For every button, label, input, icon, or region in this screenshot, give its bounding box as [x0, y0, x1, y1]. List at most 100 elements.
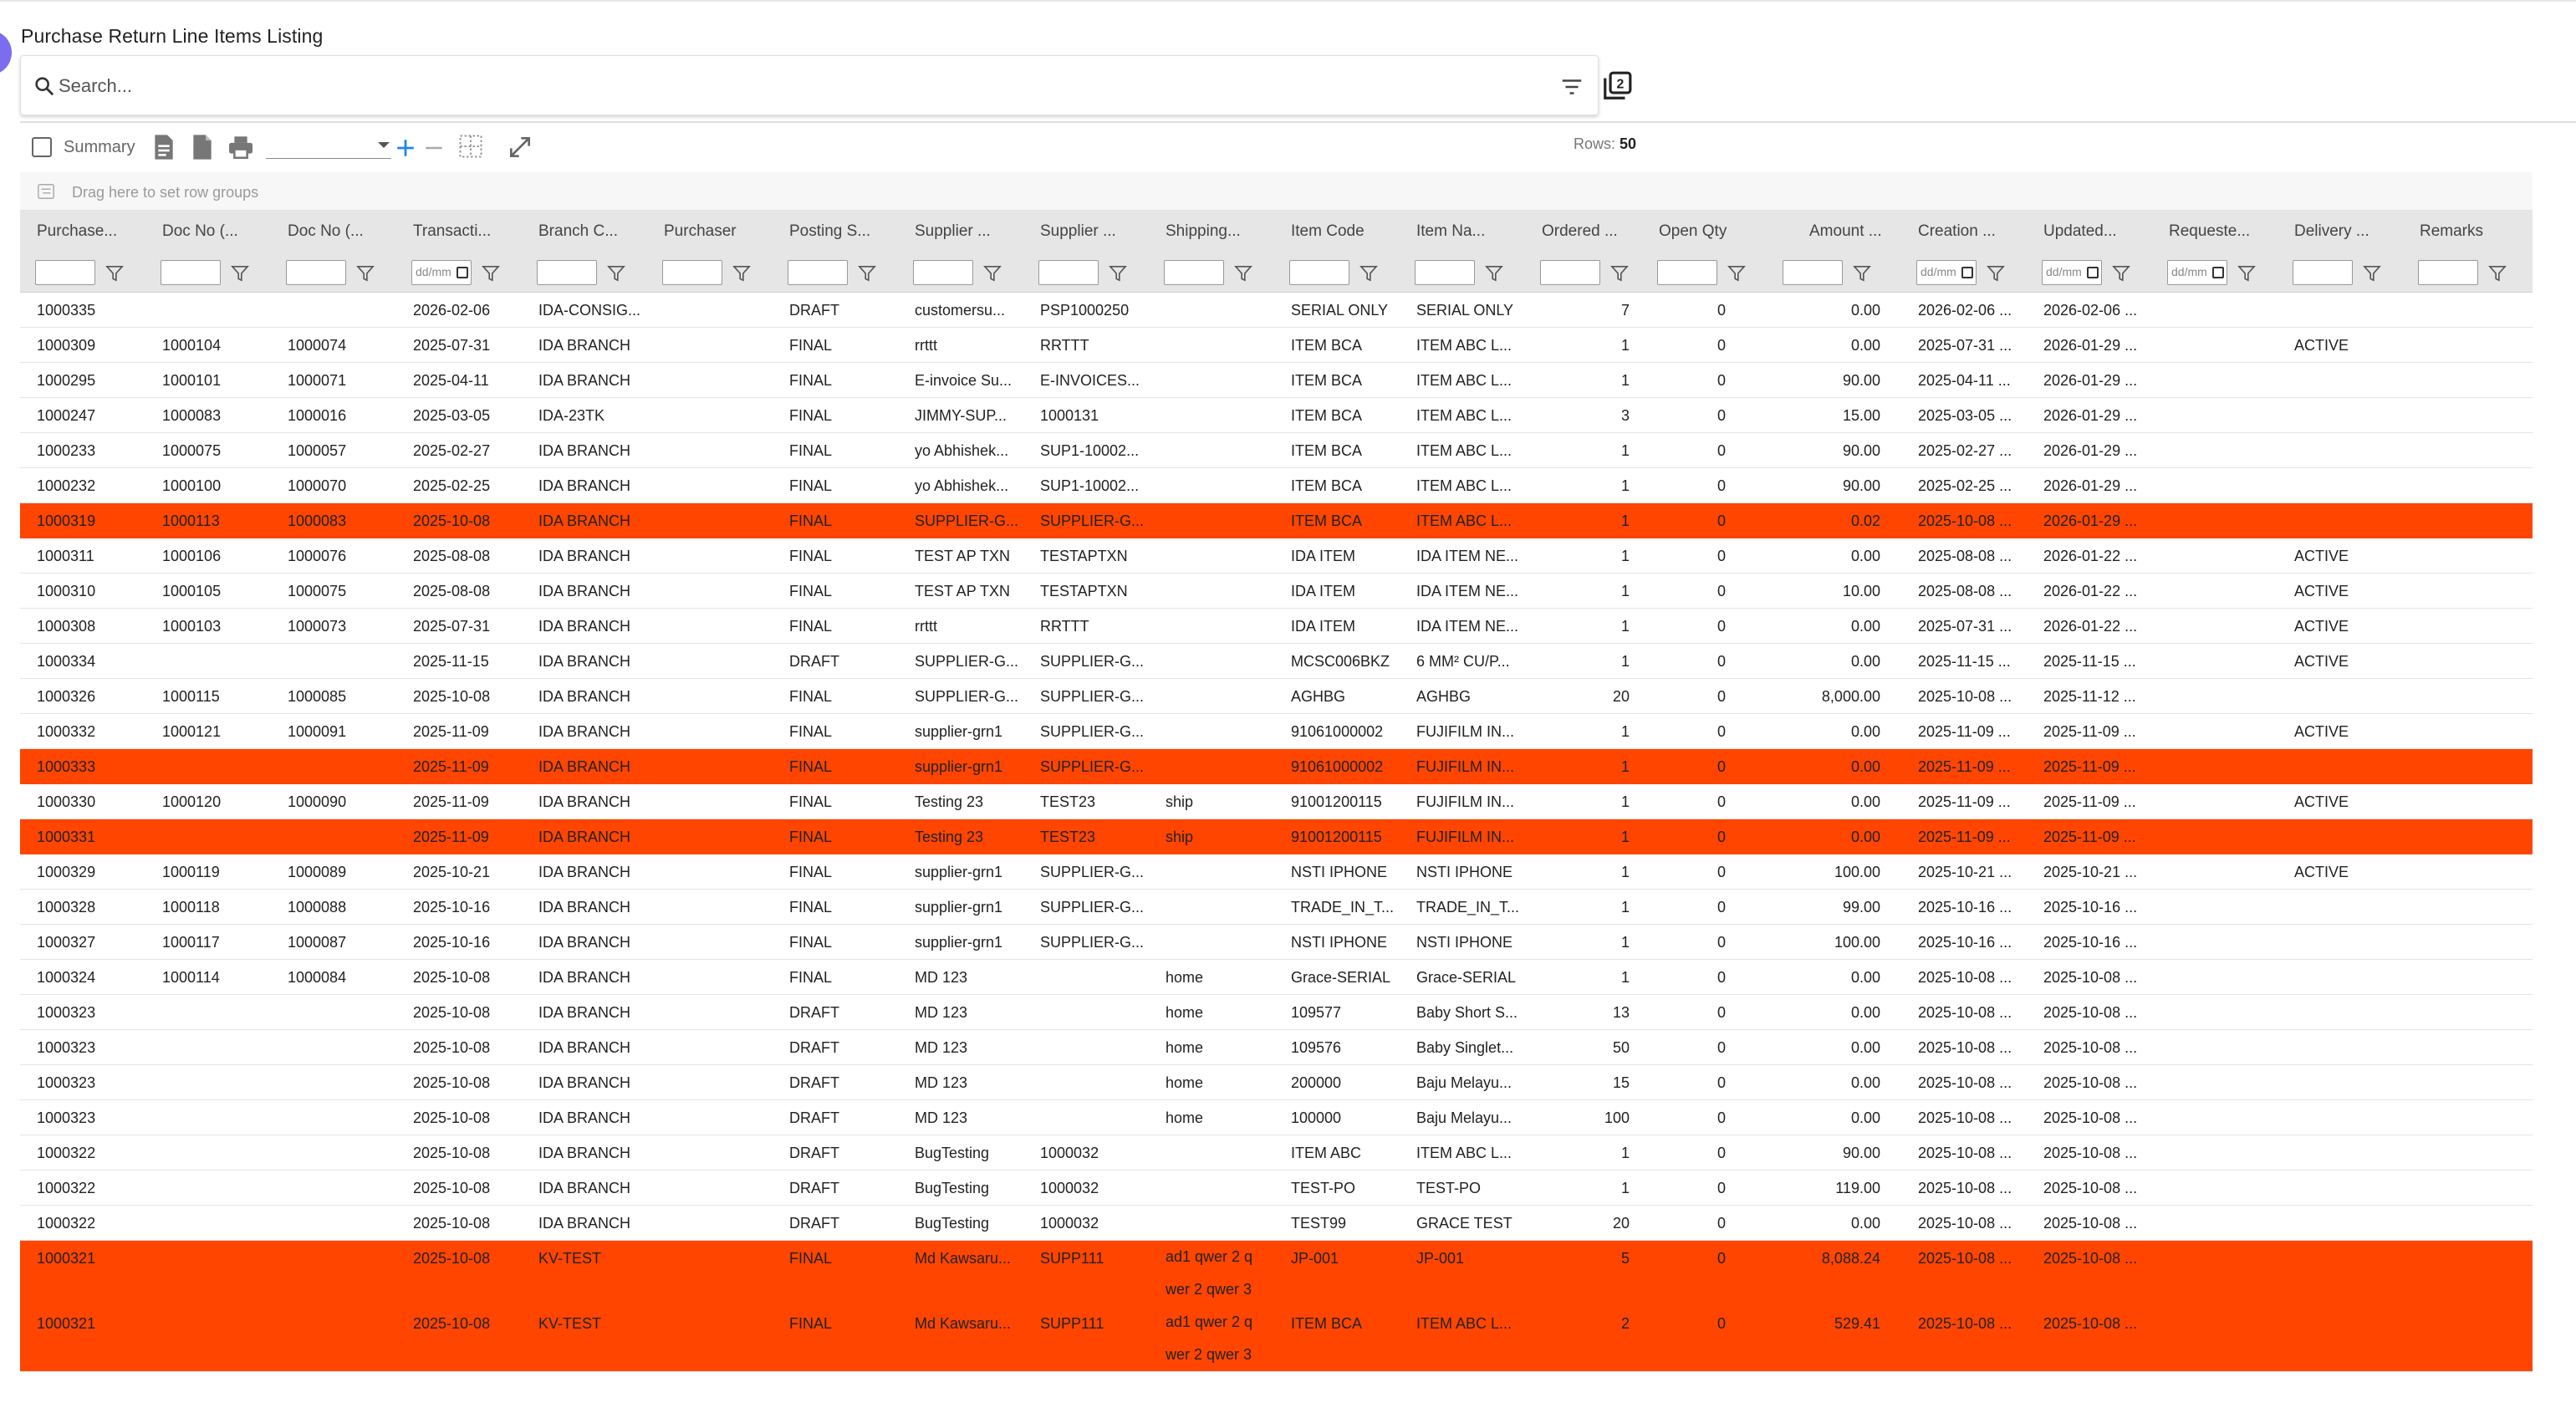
- text-filter-input[interactable]: [537, 260, 597, 285]
- table-row-highlighted[interactable]: 1000321 2025-10-08 KV-TEST FINAL Md Kawsaru.…: [20, 1306, 2533, 1371]
- filter-funnel-icon[interactable]: [356, 265, 375, 282]
- collapse-all-icon[interactable]: [423, 137, 445, 159]
- table-row[interactable]: 1000322 2025-10-08 IDA BRANCH DRAFT BugTesti…: [20, 1206, 2533, 1241]
- column-header[interactable]: Updated...: [2043, 222, 2160, 241]
- text-filter-input[interactable]: [1540, 260, 1600, 285]
- text-filter-input[interactable]: [913, 260, 973, 285]
- column-header[interactable]: Amount ...: [1809, 222, 1910, 241]
- column-header[interactable]: Delivery ...: [2294, 222, 2411, 241]
- table-row[interactable]: 1000310 1000105 1000075 2025-08-08 IDA BRANC…: [20, 574, 2533, 609]
- column-header[interactable]: Doc No (...: [162, 222, 279, 241]
- table-row[interactable]: 1000329 1000119 1000089 2025-10-21 IDA BRANC…: [20, 854, 2533, 890]
- filter-funnel-icon[interactable]: [2237, 265, 2256, 282]
- filter-funnel-icon[interactable]: [2363, 265, 2381, 282]
- text-filter-input[interactable]: [1657, 260, 1717, 285]
- table-row[interactable]: 1000322 2025-10-08 IDA BRANCH DRAFT BugTesti…: [20, 1135, 2533, 1171]
- column-header[interactable]: Purchase...: [37, 222, 154, 241]
- column-header[interactable]: Purchaser: [664, 222, 781, 241]
- table-row[interactable]: 1000323 2025-10-08 IDA BRANCH DRAFT MD 123 ho…: [20, 1100, 2533, 1135]
- column-header[interactable]: Posting S...: [789, 222, 906, 241]
- calendar-icon[interactable]: [1961, 267, 1973, 278]
- table-row[interactable]: 1000309 1000104 1000074 2025-07-31 IDA BRANC…: [20, 328, 2533, 363]
- text-filter-input[interactable]: [1164, 260, 1224, 285]
- calendar-icon[interactable]: [457, 267, 468, 278]
- filter-funnel-icon[interactable]: [1234, 265, 1252, 282]
- column-header[interactable]: Item Na...: [1416, 222, 1533, 241]
- text-filter-input[interactable]: [1289, 260, 1349, 285]
- column-header[interactable]: Item Code: [1291, 222, 1408, 241]
- filter-funnel-icon[interactable]: [1853, 265, 1871, 282]
- table-row[interactable]: 1000295 1000101 1000071 2025-04-11 IDA BRANC…: [20, 363, 2533, 398]
- expand-all-icon[interactable]: [395, 137, 416, 159]
- filter-funnel-icon[interactable]: [231, 265, 249, 282]
- column-header[interactable]: Open Qty: [1659, 222, 1759, 241]
- table-row[interactable]: 1000330 1000120 1000090 2025-11-09 IDA BRANC…: [20, 784, 2533, 819]
- text-filter-input[interactable]: [286, 260, 346, 285]
- text-filter-input[interactable]: [1783, 260, 1843, 285]
- filter-funnel-icon[interactable]: [1610, 265, 1629, 282]
- filter-funnel-icon[interactable]: [2112, 265, 2130, 282]
- table-row[interactable]: 1000323 2025-10-08 IDA BRANCH DRAFT MD 123 ho…: [20, 1030, 2533, 1065]
- filter-funnel-icon[interactable]: [1485, 265, 1503, 282]
- calendar-icon[interactable]: [2087, 267, 2099, 278]
- row-group-panel[interactable]: Drag here to set row groups: [20, 172, 2533, 211]
- table-row[interactable]: 1000332 1000121 1000091 2025-11-09 IDA BRANC…: [20, 714, 2533, 749]
- table-row[interactable]: 1000233 1000075 1000057 2025-02-27 IDA BRANC…: [20, 433, 2533, 468]
- date-filter-input[interactable]: dd/mm: [2042, 260, 2102, 285]
- filter-funnel-icon[interactable]: [482, 265, 500, 282]
- table-row[interactable]: 1000308 1000103 1000073 2025-07-31 IDA BRANC…: [20, 609, 2533, 644]
- text-filter-input[interactable]: [1038, 260, 1099, 285]
- filter-funnel-icon[interactable]: [983, 265, 1002, 282]
- filter-funnel-icon[interactable]: [1987, 265, 2005, 282]
- text-filter-input[interactable]: [2293, 260, 2353, 285]
- filter-funnel-icon[interactable]: [105, 265, 124, 282]
- date-filter-input[interactable]: dd/mm: [2167, 260, 2227, 285]
- table-row-highlighted[interactable]: 1000333 2025-11-09 IDA BRANCH FINAL supplier…: [20, 749, 2533, 784]
- table-row[interactable]: 1000311 1000106 1000076 2025-08-08 IDA BRANC…: [20, 538, 2533, 574]
- filter-lines-icon[interactable]: [1559, 74, 1584, 99]
- search-input[interactable]: [59, 69, 1522, 103]
- column-header[interactable]: Doc No (...: [288, 222, 405, 241]
- filter-funnel-icon[interactable]: [607, 265, 625, 282]
- column-header[interactable]: Requeste...: [2169, 222, 2286, 241]
- filter-funnel-icon[interactable]: [732, 265, 751, 282]
- filter-count-icon[interactable]: 2: [1601, 70, 1633, 102]
- filter-funnel-icon[interactable]: [2488, 265, 2507, 282]
- text-filter-input[interactable]: [161, 260, 221, 285]
- filter-funnel-icon[interactable]: [1727, 265, 1746, 282]
- column-header[interactable]: Transacti...: [413, 222, 530, 241]
- column-header[interactable]: Supplier ...: [915, 222, 1032, 241]
- table-row[interactable]: 1000328 1000118 1000088 2025-10-16 IDA BRANC…: [20, 890, 2533, 925]
- table-row[interactable]: 1000247 1000083 1000016 2025-03-05 IDA-23TK F…: [20, 398, 2533, 433]
- search-bar[interactable]: [20, 55, 1599, 115]
- table-row-highlighted[interactable]: 1000321 2025-10-08 KV-TEST FINAL Md Kawsaru.…: [20, 1241, 2533, 1306]
- date-filter-input[interactable]: dd/mm: [1916, 260, 1977, 285]
- print-icon[interactable]: [227, 135, 254, 159]
- table-row[interactable]: 1000327 1000117 1000087 2025-10-16 IDA BRANC…: [20, 925, 2533, 960]
- column-header[interactable]: Supplier ...: [1040, 222, 1157, 241]
- column-header[interactable]: Ordered ...: [1542, 222, 1659, 241]
- text-filter-input[interactable]: [788, 260, 848, 285]
- table-row-highlighted[interactable]: 1000331 2025-11-09 IDA BRANCH FINAL Testing …: [20, 819, 2533, 854]
- summary-checkbox[interactable]: [32, 137, 52, 157]
- table-row[interactable]: 1000322 2025-10-08 IDA BRANCH DRAFT BugTesti…: [20, 1171, 2533, 1206]
- text-filter-input[interactable]: [662, 260, 722, 285]
- column-header[interactable]: Creation ...: [1918, 222, 2035, 241]
- calendar-icon[interactable]: [2212, 267, 2224, 278]
- column-header[interactable]: Branch C...: [538, 222, 655, 241]
- table-row[interactable]: 1000323 2025-10-08 IDA BRANCH DRAFT MD 123 ho…: [20, 995, 2533, 1030]
- table-row[interactable]: 1000335 2026-02-06 IDA-CONSIG... DRAFT custo…: [20, 293, 2533, 328]
- filter-funnel-icon[interactable]: [1359, 265, 1378, 282]
- fullscreen-icon[interactable]: [507, 134, 533, 161]
- text-filter-input[interactable]: [2418, 260, 2478, 285]
- avatar[interactable]: [0, 30, 12, 75]
- text-filter-input[interactable]: [35, 260, 95, 285]
- document-export-icon[interactable]: [191, 134, 214, 161]
- date-filter-input[interactable]: dd/mm: [411, 260, 472, 285]
- table-row[interactable]: 1000323 2025-10-08 IDA BRANCH DRAFT MD 123 ho…: [20, 1065, 2533, 1100]
- table-row[interactable]: 1000326 1000115 1000085 2025-10-08 IDA BRANC…: [20, 679, 2533, 714]
- column-header[interactable]: Shipping...: [1166, 222, 1283, 241]
- csv-export-icon[interactable]: [152, 134, 176, 161]
- filter-funnel-icon[interactable]: [1109, 265, 1127, 282]
- view-select[interactable]: [266, 134, 391, 159]
